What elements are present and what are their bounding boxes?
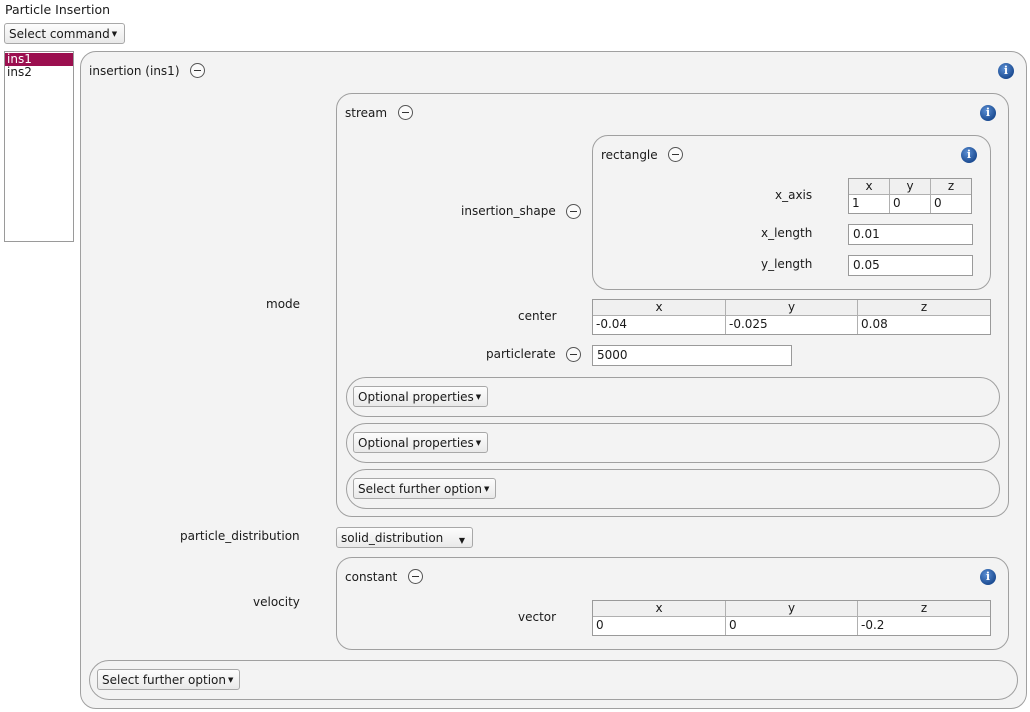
column-header-z: z: [858, 300, 990, 316]
chevron-down-icon: ▼: [111, 30, 118, 38]
x-length-field[interactable]: 0.01: [848, 224, 973, 245]
info-icon[interactable]: i: [998, 63, 1014, 79]
column-header-x: x: [849, 179, 890, 195]
y-length-field[interactable]: 0.05: [848, 255, 973, 276]
mode-label: mode: [266, 297, 301, 311]
vector-y-cell[interactable]: 0: [726, 617, 858, 635]
info-icon[interactable]: i: [980, 569, 996, 585]
select-command-button[interactable]: Select command ▼: [4, 23, 125, 44]
column-header-y: y: [726, 300, 858, 316]
column-header-y: y: [890, 179, 931, 195]
optional-properties-button[interactable]: Optional properties ▼: [353, 432, 489, 453]
chevron-down-icon: ▼: [227, 676, 234, 684]
collapse-icon[interactable]: [668, 147, 683, 162]
select-further-option-button[interactable]: Select further option ▼: [97, 669, 241, 690]
info-icon[interactable]: i: [961, 147, 977, 163]
collapse-icon[interactable]: [408, 569, 423, 584]
collapse-icon[interactable]: [190, 63, 205, 78]
insertion-shape-label: insertion_shape: [461, 204, 556, 218]
column-header-x: x: [593, 601, 726, 617]
center-y-cell[interactable]: -0.025: [726, 316, 858, 334]
column-header-x: x: [593, 300, 726, 316]
chevron-down-icon: ▼: [475, 393, 482, 401]
vector-z-cell[interactable]: -0.2: [858, 617, 990, 635]
select-command-label: Select command: [9, 27, 110, 41]
center-label: center: [518, 309, 557, 323]
column-header-y: y: [726, 601, 858, 617]
chevron-down-icon: ▼: [458, 536, 465, 545]
particle-distribution-select[interactable]: solid_distribution ▼: [336, 527, 473, 548]
insertion-title: insertion (ins1): [89, 64, 180, 78]
column-header-z: z: [858, 601, 990, 617]
x-axis-z-cell[interactable]: 0: [931, 195, 971, 213]
collapse-icon[interactable]: [398, 105, 413, 120]
collapse-icon[interactable]: [566, 347, 581, 362]
page-title: Particle Insertion: [5, 2, 111, 17]
center-x-cell[interactable]: -0.04: [593, 316, 726, 334]
optional-properties-label: Optional properties: [358, 390, 474, 404]
velocity-label: velocity: [253, 595, 300, 609]
collapse-icon[interactable]: [566, 204, 581, 219]
x-axis-y-cell[interactable]: 0: [890, 195, 931, 213]
particle-distribution-value: solid_distribution: [341, 531, 444, 545]
constant-title: constant: [345, 570, 398, 584]
select-further-option-label: Select further option: [358, 482, 482, 496]
x-axis-x-cell[interactable]: 1: [849, 195, 890, 213]
insertion-list[interactable]: ins1 ins2: [4, 51, 74, 242]
x-axis-label: x_axis: [775, 188, 813, 202]
info-icon[interactable]: i: [980, 105, 996, 121]
chevron-down-icon: ▼: [483, 485, 490, 493]
particle-distribution-label: particle_distribution: [180, 529, 300, 543]
optional-properties-label: Optional properties: [358, 436, 474, 450]
y-length-label: y_length: [761, 257, 813, 271]
vector-table: x y z 0 0 -0.2: [592, 600, 991, 636]
stream-title: stream: [345, 106, 388, 120]
optional-properties-button[interactable]: Optional properties ▼: [353, 386, 489, 407]
x-axis-table: x y z 1 0 0: [848, 178, 972, 214]
particlerate-label: particlerate: [486, 347, 556, 361]
vector-label: vector: [518, 610, 557, 624]
vector-x-cell[interactable]: 0: [593, 617, 726, 635]
chevron-down-icon: ▼: [475, 439, 482, 447]
column-header-z: z: [931, 179, 971, 195]
rectangle-title: rectangle: [601, 148, 658, 162]
center-z-cell[interactable]: 0.08: [858, 316, 990, 334]
center-table: x y z -0.04 -0.025 0.08: [592, 299, 991, 335]
particlerate-field[interactable]: 5000: [592, 345, 792, 366]
list-item-ins2[interactable]: ins2: [5, 66, 73, 79]
select-further-option-label: Select further option: [102, 673, 226, 687]
select-further-option-button[interactable]: Select further option ▼: [353, 478, 497, 499]
x-length-label: x_length: [761, 226, 813, 240]
